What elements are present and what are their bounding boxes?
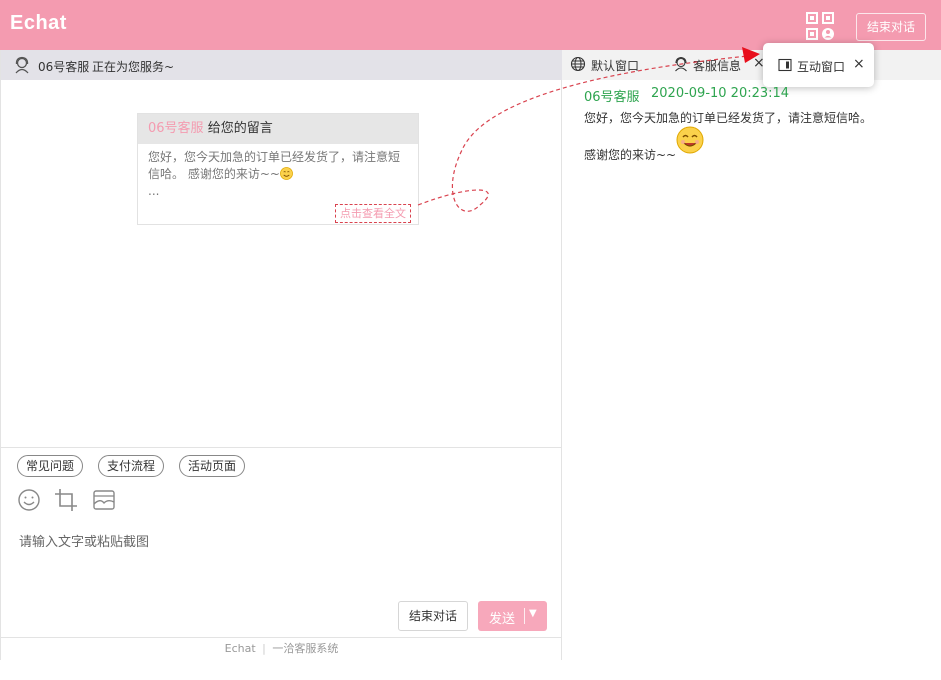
tab-default-window[interactable]: 默认窗口 (591, 57, 639, 74)
composer: 常见问题 支付流程 活动页面 请输入文字或粘贴截图 结束对话 发送 ▼ (1, 447, 562, 637)
end-chat-button[interactable]: 结束对话 (398, 601, 468, 631)
screenshot-crop-icon[interactable] (54, 488, 78, 512)
agent-name: 06号客服 (38, 60, 90, 74)
leave-message-card: 06号客服 给您的留言 您好，您今天加急的订单已经发货了，请注意短 信哈。 感谢… (137, 113, 419, 225)
leave-message-ellipsis: ... (148, 184, 160, 198)
send-button[interactable]: 发送 ▼ (478, 601, 547, 631)
footer-separator: | (262, 642, 266, 655)
echat-logo: Echat (10, 12, 67, 34)
send-options-chevron-icon[interactable]: ▼ (529, 608, 537, 619)
quick-reply-payment[interactable]: 支付流程 (98, 455, 165, 477)
leave-message-body: 您好，您今天加急的订单已经发货了，请注意短 信哈。 感谢您的来访~~ ... (138, 144, 418, 200)
tab-agent-info[interactable]: 客服信息 (693, 57, 741, 74)
agent-bar: 06号客服 正在为您服务~ (1, 50, 562, 80)
emoji-icon[interactable] (17, 488, 41, 512)
headset-agent-icon (15, 56, 29, 74)
quick-reply-activity[interactable]: 活动页面 (179, 455, 246, 477)
leave-message-title: 给您的留言 (207, 121, 273, 136)
right-message-sender: 06号客服 (584, 90, 640, 105)
side-panel: 默认窗口 客服信息 × (562, 50, 941, 660)
right-message-time: 2020-09-10 20:23:14 (651, 86, 790, 101)
message-input[interactable]: 请输入文字或粘贴截图 (19, 531, 149, 550)
right-message-line-2: 感谢您的来访~~ (584, 148, 677, 162)
qr-code-icon[interactable] (806, 12, 834, 40)
quick-reply-faq[interactable]: 常见问题 (17, 455, 84, 477)
tab-interactive-window-label: 互动窗口 (797, 60, 846, 74)
agent-status: 正在为您服务~ (92, 60, 175, 74)
leave-message-header: 06号客服 给您的留言 (138, 114, 418, 144)
leave-message-sender: 06号客服 (148, 121, 204, 136)
leave-message-line-2: 信哈。 感谢您的来访~~ (148, 166, 408, 183)
tab-bar: 默认窗口 客服信息 × (562, 50, 941, 80)
smile-emoji-icon (280, 167, 293, 180)
footer-tagline: 一洽客服系统 (272, 642, 339, 655)
agent-info-icon (675, 56, 687, 72)
send-divider (524, 608, 525, 624)
globe-icon (570, 56, 586, 72)
smile-emoji-large-icon (676, 126, 704, 154)
interactive-window-tab[interactable]: 互动窗口 × (763, 43, 874, 87)
footer: Echat | 一洽客服系统 (1, 637, 562, 660)
chat-pane: 06号客服 正在为您服务~ 06号客服 给您的留言 您好，您今天加急的订单已经发… (0, 50, 562, 660)
image-upload-icon[interactable] (92, 488, 116, 512)
footer-logo: Echat (224, 642, 256, 655)
right-message-line-1: 您好，您今天加急的订单已经发货了，请注意短信哈。 (584, 111, 873, 125)
send-label: 发送 (489, 612, 516, 627)
end-chat-button-top[interactable]: 结束对话 (856, 13, 926, 41)
window-icon (778, 58, 792, 72)
view-full-text-link[interactable]: 点击查看全文 (335, 204, 411, 223)
close-interactive-window-icon[interactable]: × (853, 56, 865, 72)
leave-message-line-1: 您好，您今天加急的订单已经发货了，请注意短 (148, 150, 401, 164)
